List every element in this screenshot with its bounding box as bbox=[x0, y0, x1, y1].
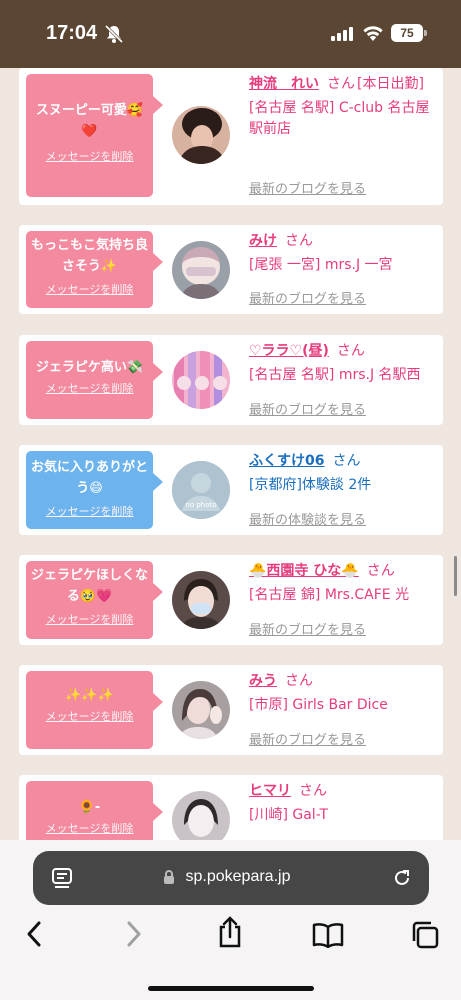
bell-off-icon bbox=[104, 24, 124, 48]
back-icon[interactable] bbox=[24, 920, 44, 952]
shop-info: [川崎] Gal-T bbox=[249, 807, 329, 823]
user-name-link[interactable]: ♡ララ♡(昼) bbox=[249, 343, 329, 359]
status-time: 17:04 bbox=[46, 22, 98, 44]
url-text: sp.pokepara.jp bbox=[185, 868, 291, 885]
forward-icon[interactable] bbox=[124, 920, 144, 952]
delete-message-link[interactable]: メッセージを削除 bbox=[26, 380, 153, 396]
home-indicator[interactable] bbox=[148, 986, 314, 991]
shop-info: [名古屋 錦] Mrs.CAFE 光 bbox=[249, 587, 410, 603]
reload-icon[interactable] bbox=[391, 867, 413, 893]
user-name-link[interactable]: みう bbox=[249, 673, 277, 689]
message-text: ✨✨✨ bbox=[65, 688, 114, 703]
avatar[interactable] bbox=[172, 241, 230, 299]
message-bubble: もっこもこ気持ち良さそう✨ メッセージを削除 bbox=[26, 231, 163, 308]
message-bubble: お気に入りありがとう😄 メッセージを削除 bbox=[26, 451, 163, 529]
delete-message-link[interactable]: メッセージを削除 bbox=[26, 611, 153, 627]
user-name-link[interactable]: 神流 れい bbox=[249, 76, 319, 92]
user-info: ヒマリ さん [川崎] Gal-T bbox=[249, 781, 439, 826]
delete-message-link[interactable]: メッセージを削除 bbox=[26, 820, 153, 836]
honorific: さん bbox=[336, 343, 365, 359]
shop-info: [市原] Girls Bar Dice bbox=[249, 697, 388, 713]
no-photo-label: no photo bbox=[185, 501, 217, 509]
message-card: ジェラピケ高い💸 メッセージを削除 ♡ララ♡(昼) さん [名古屋 名駅] mrs… bbox=[19, 335, 443, 425]
shop-info: [名古屋 名駅] C-club 名古屋駅前店 bbox=[249, 100, 430, 137]
message-text: ジェラピケ高い💸 bbox=[35, 360, 144, 375]
latest-review-link[interactable]: 最新の体験談を見る bbox=[249, 509, 366, 528]
wifi-icon bbox=[362, 24, 384, 45]
avatar[interactable] bbox=[172, 681, 230, 739]
message-bubble: スヌーピー可愛🥰❤️ メッセージを削除 bbox=[26, 74, 163, 197]
honorific: さん bbox=[299, 783, 327, 799]
message-text: 🌻- bbox=[78, 800, 101, 815]
latest-blog-link[interactable]: 最新のブログを見る bbox=[249, 619, 366, 638]
message-text: お気に入りありがとう😄 bbox=[30, 460, 148, 496]
user-name-link[interactable]: ふくすけ06 bbox=[249, 453, 324, 469]
user-info: ふくすけ06 さん [京都府]体験談 2件 bbox=[249, 451, 439, 496]
message-card: ジェラピケほしくなる🥹💗 メッセージを削除 🐣西園寺 ひな🐣 さん [名古屋 錦]… bbox=[19, 555, 443, 645]
message-card: お気に入りありがとう😄 メッセージを削除 no photo ふくすけ06 さん [… bbox=[19, 445, 443, 535]
tabs-icon[interactable] bbox=[410, 920, 440, 954]
honorific: さん bbox=[285, 233, 313, 249]
battery-tip bbox=[424, 30, 427, 36]
delete-message-link[interactable]: メッセージを削除 bbox=[26, 281, 153, 297]
message-bubble: ✨✨✨ メッセージを削除 bbox=[26, 671, 163, 749]
status-bar: 17:04 75 bbox=[0, 0, 461, 68]
honorific: さん bbox=[332, 453, 361, 469]
delete-message-link[interactable]: メッセージを削除 bbox=[26, 148, 153, 164]
delete-message-link[interactable]: メッセージを削除 bbox=[26, 503, 153, 519]
message-card: スヌーピー可愛🥰❤️ メッセージを削除 神流 れい さん [本日出勤] [名古屋 名… bbox=[19, 68, 443, 205]
message-bubble: ジェラピケ高い💸 メッセージを削除 bbox=[26, 341, 163, 419]
message-text: ジェラピケほしくなる🥹💗 bbox=[30, 568, 148, 604]
avatar[interactable]: no photo bbox=[172, 461, 230, 519]
message-text: スヌーピー可愛🥰❤️ bbox=[35, 103, 144, 139]
user-info: ♡ララ♡(昼) さん [名古屋 名駅] mrs.J 名駅西 bbox=[249, 341, 439, 386]
delete-message-link[interactable]: メッセージを削除 bbox=[26, 708, 153, 724]
share-icon[interactable] bbox=[216, 916, 244, 952]
cellular-signal-icon bbox=[331, 26, 353, 45]
status-tag: [本日出勤] bbox=[357, 76, 424, 92]
honorific: さん bbox=[285, 673, 313, 689]
message-card: 🌻- メッセージを削除 ヒマリ さん [川崎] Gal-T bbox=[19, 775, 443, 848]
user-info: 神流 れい さん [本日出勤] [名古屋 名駅] C-club 名古屋駅前店 bbox=[249, 74, 439, 140]
honorific: さん bbox=[327, 76, 355, 92]
message-bubble: ジェラピケほしくなる🥹💗 メッセージを削除 bbox=[26, 561, 163, 639]
message-text: もっこもこ気持ち良さそう✨ bbox=[30, 238, 148, 274]
latest-blog-link[interactable]: 最新のブログを見る bbox=[249, 178, 366, 197]
avatar[interactable] bbox=[172, 351, 230, 409]
battery-indicator: 75 bbox=[391, 24, 423, 42]
message-card: もっこもこ気持ち良さそう✨ メッセージを削除 みけ さん [尾張 一宮] mrs.… bbox=[19, 225, 443, 314]
latest-blog-link[interactable]: 最新のブログを見る bbox=[249, 399, 366, 418]
user-info: みう さん [市原] Girls Bar Dice bbox=[249, 671, 439, 716]
message-feed: スヌーピー可愛🥰❤️ メッセージを削除 神流 れい さん [本日出勤] [名古屋 名… bbox=[0, 68, 461, 848]
shop-info: [尾張 一宮] mrs.J 一宮 bbox=[249, 257, 393, 273]
bookmarks-icon[interactable] bbox=[312, 922, 344, 952]
user-name-link[interactable]: みけ bbox=[249, 233, 277, 249]
scroll-indicator[interactable] bbox=[454, 556, 457, 596]
latest-blog-link[interactable]: 最新のブログを見る bbox=[249, 729, 366, 748]
user-info: みけ さん [尾張 一宮] mrs.J 一宮 bbox=[249, 231, 439, 276]
honorific: さん bbox=[366, 563, 395, 579]
message-bubble: 🌻- メッセージを削除 bbox=[26, 781, 163, 848]
user-name-link[interactable]: ヒマリ bbox=[249, 783, 291, 799]
latest-blog-link[interactable]: 最新のブログを見る bbox=[249, 288, 366, 307]
shop-info: [京都府]体験談 2件 bbox=[249, 477, 372, 493]
address-bar[interactable]: sp.pokepara.jp bbox=[33, 851, 429, 905]
message-card: ✨✨✨ メッセージを削除 みう さん [市原] Girls Bar Dice 最新… bbox=[19, 665, 443, 755]
avatar[interactable] bbox=[172, 571, 230, 629]
avatar[interactable] bbox=[172, 106, 230, 164]
shop-info: [名古屋 名駅] mrs.J 名駅西 bbox=[249, 367, 421, 383]
user-name-link[interactable]: 🐣西園寺 ひな🐣 bbox=[249, 563, 359, 579]
user-info: 🐣西園寺 ひな🐣 さん [名古屋 錦] Mrs.CAFE 光 bbox=[249, 561, 439, 606]
browser-toolbar: sp.pokepara.jp bbox=[0, 840, 461, 1000]
